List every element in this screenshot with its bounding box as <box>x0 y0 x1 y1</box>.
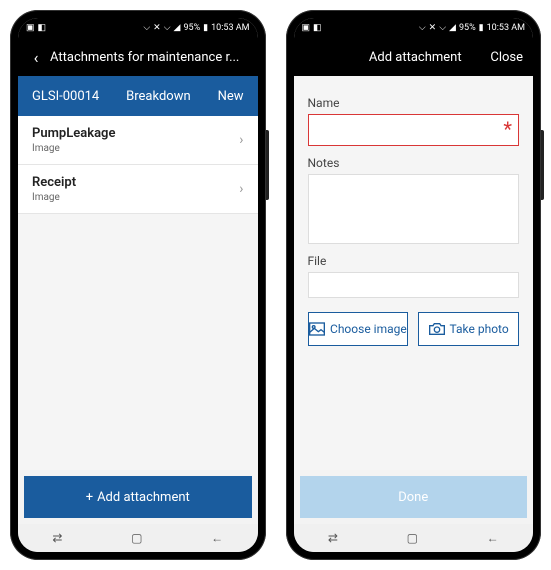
item-type: Image <box>32 143 115 154</box>
add-attachment-button[interactable]: + Add attachment <box>24 476 252 518</box>
screen-right: ▣ ◧ ⌵ ✕ ⌵ ◢ 95% ▮ 10:53 AM Add attachmen… <box>294 18 534 552</box>
appbar: Add attachment Close <box>294 38 534 76</box>
back-icon[interactable]: ‹ <box>26 48 46 67</box>
name-label: Name <box>308 96 520 110</box>
take-photo-button[interactable]: Take photo <box>418 312 519 346</box>
statusbar-app-icon2: ◧ <box>38 23 47 33</box>
battery-pct: 95% <box>183 23 200 33</box>
clock: 10:53 AM <box>211 23 249 33</box>
back-nav-icon[interactable]: ← <box>487 531 499 545</box>
chevron-right-icon: › <box>239 132 243 148</box>
signal-icon: ◢ <box>449 23 456 33</box>
android-navbar: ⇄ ▢ ← <box>294 524 534 552</box>
home-icon[interactable]: ▢ <box>407 531 418 545</box>
done-label: Done <box>398 490 428 505</box>
statusbar-app-icon: ▣ <box>26 23 35 33</box>
bluetooth-icon: ⌵ <box>419 23 426 33</box>
screen-left: ▣ ◧ ⌵ ✕ ⌵ ◢ 95% ▮ 10:53 AM ‹ Attachments… <box>18 18 258 552</box>
list-item[interactable]: Receipt Image › <box>18 165 258 214</box>
phone-left: ▣ ◧ ⌵ ✕ ⌵ ◢ 95% ▮ 10:53 AM ‹ Attachments… <box>10 10 266 560</box>
signal-icon: ◢ <box>174 23 181 33</box>
item-name: PumpLeakage <box>32 126 115 141</box>
mute-icon: ✕ <box>429 23 437 33</box>
file-input[interactable] <box>308 272 520 298</box>
choose-image-button[interactable]: Choose image <box>308 312 409 346</box>
appbar-title: Attachments for maintenance r... <box>46 50 250 65</box>
take-photo-label: Take photo <box>450 322 509 336</box>
battery-pct: 95% <box>459 23 476 33</box>
bluetooth-icon: ⌵ <box>143 23 150 33</box>
wifi-icon: ⌵ <box>439 23 446 33</box>
statusbar: ▣ ◧ ⌵ ✕ ⌵ ◢ 95% ▮ 10:53 AM <box>18 18 258 38</box>
item-name: Receipt <box>32 175 76 190</box>
back-nav-icon[interactable]: ← <box>211 531 223 545</box>
name-input[interactable]: * <box>308 114 520 146</box>
statusbar-app-icon2: ◧ <box>313 23 322 33</box>
home-icon[interactable]: ▢ <box>131 531 142 545</box>
mute-icon: ✕ <box>153 23 161 33</box>
battery-icon: ▮ <box>479 23 484 33</box>
phone-right: ▣ ◧ ⌵ ✕ ⌵ ◢ 95% ▮ 10:53 AM Add attachmen… <box>286 10 542 560</box>
appbar: ‹ Attachments for maintenance r... <box>18 38 258 76</box>
done-button[interactable]: Done <box>300 476 528 518</box>
required-icon: * <box>503 119 512 139</box>
statusbar-app-icon: ▣ <box>302 23 311 33</box>
plus-icon: + <box>86 490 93 505</box>
wifi-icon: ⌵ <box>164 23 171 33</box>
statusbar: ▣ ◧ ⌵ ✕ ⌵ ◢ 95% ▮ 10:53 AM <box>294 18 534 38</box>
context-status: New <box>218 89 244 104</box>
notes-input[interactable] <box>308 174 520 244</box>
add-attachment-label: Add attachment <box>97 490 190 505</box>
attachments-list: PumpLeakage Image › Receipt Image › <box>18 116 258 470</box>
close-button[interactable]: Close <box>484 50 523 65</box>
image-icon <box>309 322 325 336</box>
camera-icon <box>429 322 445 336</box>
clock: 10:53 AM <box>487 23 525 33</box>
notes-label: Notes <box>308 156 520 170</box>
list-item[interactable]: PumpLeakage Image › <box>18 116 258 165</box>
recent-apps-icon[interactable]: ⇄ <box>52 531 62 545</box>
context-type: Breakdown <box>126 89 191 104</box>
chevron-right-icon: › <box>239 181 243 197</box>
form-content: Name * Notes File Choose image <box>294 76 534 470</box>
item-type: Image <box>32 192 76 203</box>
context-id: GLSI-00014 <box>32 89 99 104</box>
file-label: File <box>308 254 520 268</box>
context-row: GLSI-00014 Breakdown New <box>18 76 258 116</box>
choose-image-label: Choose image <box>330 322 407 336</box>
battery-icon: ▮ <box>203 23 208 33</box>
android-navbar: ⇄ ▢ ← <box>18 524 258 552</box>
recent-apps-icon[interactable]: ⇄ <box>328 531 338 545</box>
